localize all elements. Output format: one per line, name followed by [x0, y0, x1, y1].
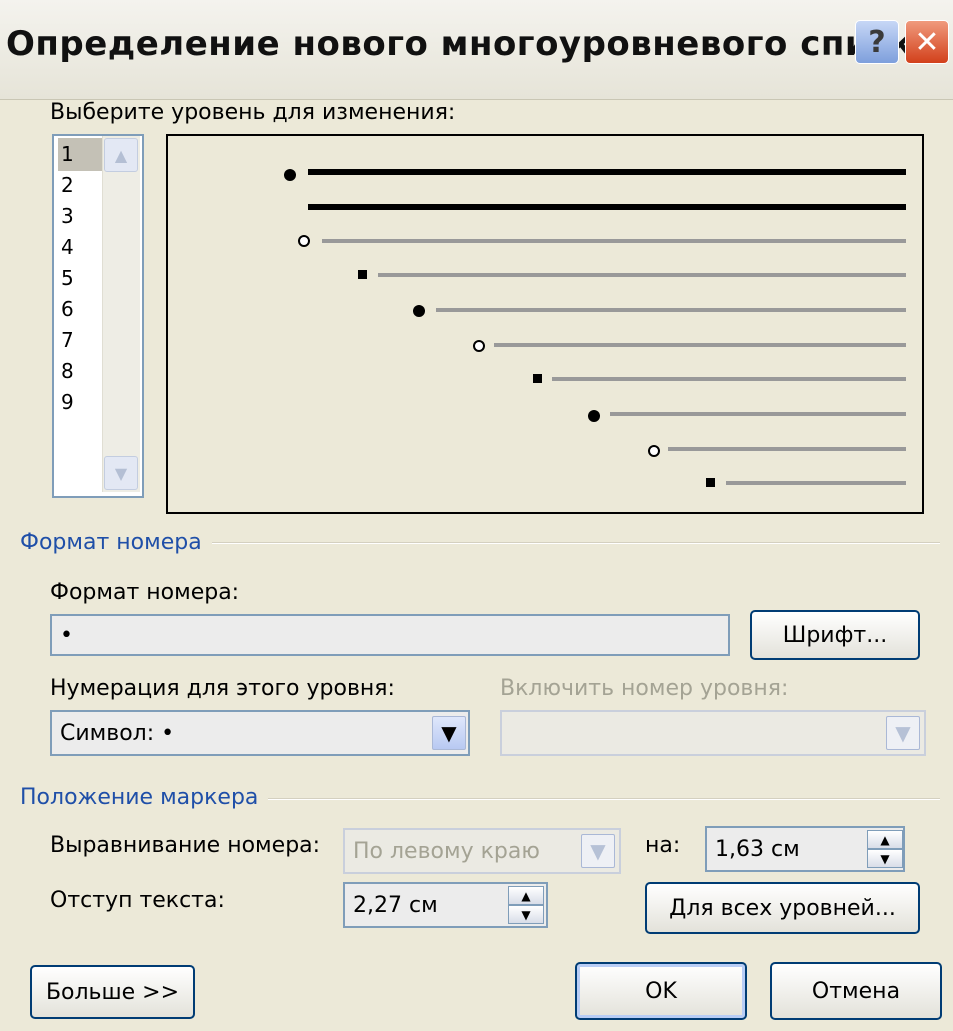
spin-up-icon[interactable]: ▲: [508, 886, 544, 905]
marker-position-group-heading: Положение маркера: [20, 785, 269, 810]
bullet-dot-icon: [588, 410, 600, 422]
at-input[interactable]: 1,63 см ▲ ▼: [705, 826, 905, 872]
chevron-down-icon: ▼: [581, 834, 615, 868]
alignment-select-value: По левому краю: [353, 838, 540, 864]
at-stepper[interactable]: ▲ ▼: [867, 830, 903, 868]
preview-line: [436, 308, 906, 312]
bullet-circle-icon: [648, 445, 660, 457]
level-item-6[interactable]: 6: [58, 293, 102, 326]
level-item-1[interactable]: 1: [58, 138, 102, 171]
indent-input[interactable]: 2,27 см ▲ ▼: [343, 882, 548, 928]
level-listbox[interactable]: 1 2 3 4 5 6 7 8 9 ▲ ▼: [52, 134, 144, 498]
preview-line: [552, 377, 906, 381]
scroll-up-icon[interactable]: ▲: [104, 138, 138, 172]
number-format-label: Формат номера:: [50, 580, 240, 605]
more-button[interactable]: Больше >>: [30, 965, 195, 1019]
ok-button[interactable]: OK: [575, 962, 747, 1020]
preview-line: [494, 343, 906, 347]
numbering-select-value: Символ: •: [60, 720, 175, 746]
include-level-select: ▼: [500, 710, 926, 756]
numbering-label: Нумерация для этого уровня:: [50, 676, 395, 701]
help-button[interactable]: ?: [855, 20, 899, 64]
include-level-label: Включить номер уровня:: [500, 676, 789, 701]
chevron-down-icon: ▼: [886, 716, 920, 750]
spin-down-icon[interactable]: ▼: [867, 849, 903, 868]
alignment-select: По левому краю ▼: [343, 828, 621, 874]
indent-label: Отступ текста:: [50, 888, 225, 913]
scroll-down-icon[interactable]: ▼: [104, 456, 138, 490]
preview-line: [308, 169, 906, 175]
level-item-5[interactable]: 5: [58, 262, 102, 295]
level-item-3[interactable]: 3: [58, 200, 102, 233]
number-format-group-heading: Формат номера: [20, 530, 212, 555]
list-preview: [166, 134, 924, 514]
level-scrollbar[interactable]: ▲ ▼: [102, 136, 140, 492]
dialog-title: Определение нового многоуровневого списк…: [6, 24, 937, 64]
indent-stepper[interactable]: ▲ ▼: [508, 886, 544, 924]
level-item-2[interactable]: 2: [58, 169, 102, 202]
close-button[interactable]: ✕: [905, 20, 949, 64]
preview-line: [610, 412, 906, 416]
bullet-square-icon: [706, 478, 715, 487]
preview-line: [322, 239, 906, 243]
all-levels-button[interactable]: Для всех уровней...: [645, 882, 920, 934]
preview-line: [378, 273, 906, 277]
level-item-4[interactable]: 4: [58, 231, 102, 264]
spin-down-icon[interactable]: ▼: [508, 905, 544, 924]
at-value: 1,63 см: [715, 836, 800, 862]
level-item-9[interactable]: 9: [58, 386, 102, 419]
bullet-circle-icon: [298, 235, 310, 247]
chevron-down-icon[interactable]: ▼: [432, 716, 466, 750]
bullet-dot-icon: [413, 305, 425, 317]
preview-line: [726, 481, 906, 485]
bullet-square-icon: [358, 270, 367, 279]
indent-value: 2,27 см: [353, 892, 438, 918]
bullet-circle-icon: [473, 340, 485, 352]
preview-line: [668, 447, 906, 451]
cancel-button[interactable]: Отмена: [770, 962, 942, 1020]
preview-line: [308, 204, 906, 210]
bullet-square-icon: [533, 374, 542, 383]
font-button[interactable]: Шрифт...: [750, 610, 920, 660]
level-item-7[interactable]: 7: [58, 324, 102, 357]
bullet-dot-icon: [284, 169, 296, 181]
numbering-select[interactable]: Символ: • ▼: [50, 710, 470, 756]
alignment-label: Выравнивание номера:: [50, 833, 321, 858]
spin-up-icon[interactable]: ▲: [867, 830, 903, 849]
level-select-label: Выберите уровень для изменения:: [50, 100, 456, 125]
at-label: на:: [645, 833, 681, 858]
level-item-8[interactable]: 8: [58, 355, 102, 388]
number-format-input[interactable]: •: [50, 614, 730, 656]
